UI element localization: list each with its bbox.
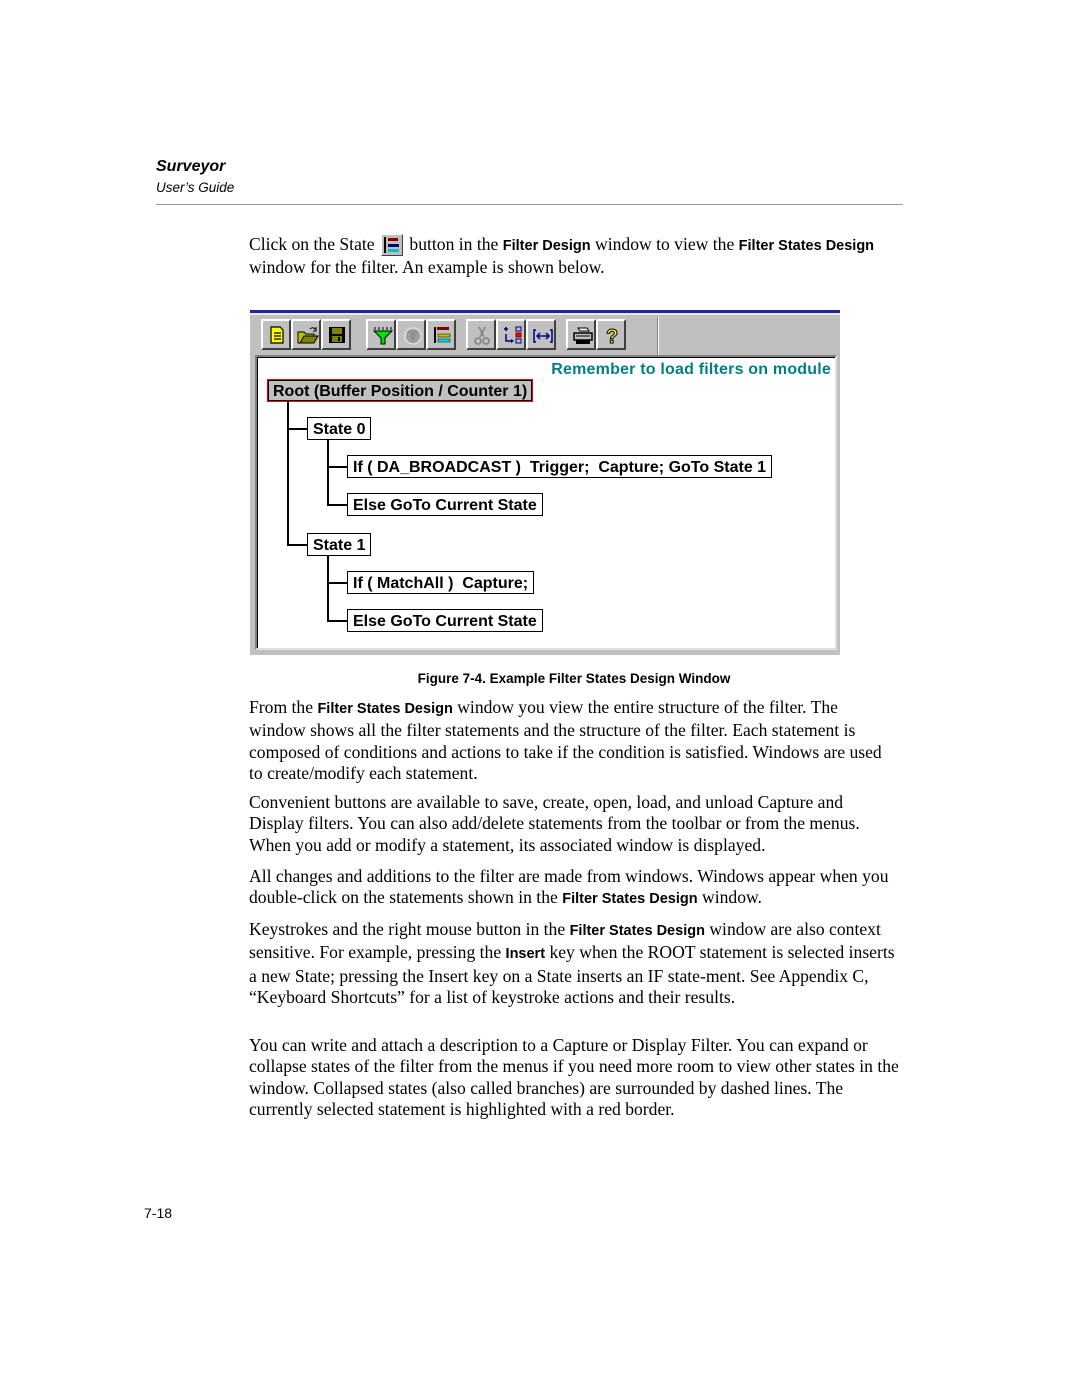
ui-term: Filter Design xyxy=(502,238,591,254)
unload-funnel-icon xyxy=(404,327,422,345)
body-paragraph: Convenient buttons are available to save… xyxy=(249,792,860,855)
open-filter-button[interactable] xyxy=(291,319,321,350)
figure-caption: Figure 7-4. Example Filter States Design… xyxy=(417,671,731,686)
canvas-frame: Remember to load filters on module Root … xyxy=(257,357,835,648)
add-statement-icon xyxy=(504,326,522,344)
tree-node-root[interactable]: Root (Buffer Position / Counter 1) xyxy=(267,379,534,402)
tree-connector xyxy=(287,402,289,545)
tree-node-state[interactable]: State 1 xyxy=(307,533,372,556)
tree-connector xyxy=(327,504,347,506)
tree-connector xyxy=(327,556,329,621)
running-header-title: Surveyor xyxy=(156,158,226,175)
tree-connector xyxy=(327,466,347,468)
svg-text:?: ? xyxy=(606,326,618,347)
ui-term: Filter States Design xyxy=(569,923,705,939)
running-header-subtitle: User’s Guide xyxy=(156,180,235,195)
load-filter-button[interactable] xyxy=(366,319,396,350)
tree-node-statement[interactable]: Else GoTo Current State xyxy=(347,609,543,632)
ui-term: Filter States Design xyxy=(562,891,698,908)
ui-term: Filter States Design xyxy=(738,238,875,254)
body-paragraph: You can write and attach a description t… xyxy=(249,1035,899,1119)
tree-node-statement[interactable]: If ( MatchAll ) Capture; xyxy=(347,571,535,594)
header-rule xyxy=(156,204,903,205)
text: From the xyxy=(249,697,314,717)
intro-text: Click on the State xyxy=(249,234,375,254)
help-button[interactable]: ? xyxy=(596,319,626,350)
funnel-icon xyxy=(372,327,394,345)
tree-node-state[interactable]: State 0 xyxy=(307,417,372,440)
floppy-disk-icon xyxy=(329,327,345,343)
new-document-icon xyxy=(270,326,284,344)
cut-button[interactable] xyxy=(466,319,496,350)
expand-button[interactable] xyxy=(526,319,556,350)
body-paragraph: All changes and additions to the filter … xyxy=(249,866,899,911)
tree-connector xyxy=(327,620,347,622)
ui-term: Insert xyxy=(505,946,546,963)
toolbar-separator xyxy=(657,317,659,355)
window-edge-highlight xyxy=(250,313,840,315)
open-folder-icon xyxy=(297,327,319,344)
save-filter-button[interactable] xyxy=(321,319,351,350)
add-statement-button[interactable] xyxy=(496,319,526,350)
print-button[interactable] xyxy=(566,319,596,350)
page-number: 7-18 xyxy=(144,1205,173,1221)
tree-connector xyxy=(287,428,307,430)
filter-states-design-window: ? Remember to load filters on module Roo… xyxy=(250,310,840,655)
text: window. xyxy=(702,887,762,908)
tree-node-statement[interactable]: If ( DA_BROADCAST ) Trigger; Capture; Go… xyxy=(347,455,773,478)
new-filter-button[interactable] xyxy=(261,319,291,350)
state-button[interactable] xyxy=(426,319,456,350)
expand-icon xyxy=(533,329,553,343)
body-paragraph: Keystrokes and the right mouse button in… xyxy=(249,919,899,1008)
scissors-icon xyxy=(474,326,490,345)
ui-term: Filter States Design xyxy=(317,701,453,717)
states-tree-canvas: Remember to load filters on module Root … xyxy=(255,355,837,650)
help-question-icon: ? xyxy=(606,326,619,348)
printer-icon xyxy=(573,327,593,344)
tree-connector xyxy=(287,544,307,546)
reminder-message: Remember to load filters on module xyxy=(551,361,831,378)
text: Keystrokes and the right mouse button in… xyxy=(249,919,566,939)
toolbar: ? xyxy=(254,317,836,355)
body-paragraph: From the Filter States Design window you… xyxy=(249,697,899,784)
intro-paragraph: Click on the State button in the Filter … xyxy=(249,234,875,278)
tree-connector xyxy=(327,582,347,584)
tree-connector xyxy=(327,440,329,505)
tree-node-statement[interactable]: Else GoTo Current State xyxy=(347,493,543,516)
state-tree-icon xyxy=(381,234,403,256)
state-tree-icon xyxy=(434,327,451,343)
unload-filter-button[interactable] xyxy=(396,319,426,350)
